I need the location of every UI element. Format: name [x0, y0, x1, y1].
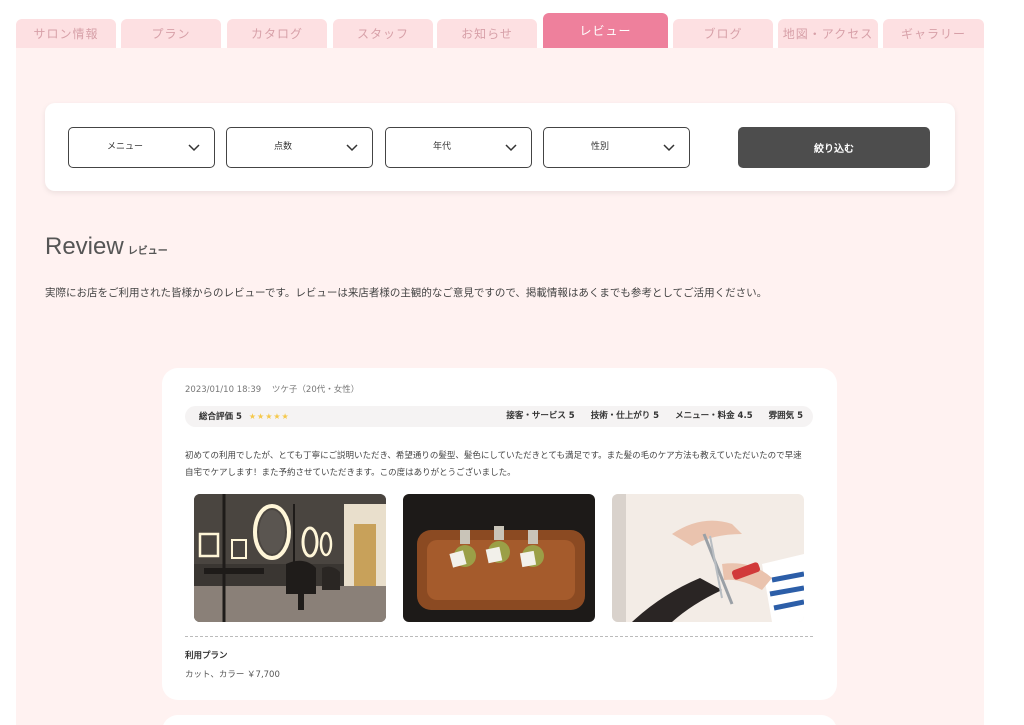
filter-submit-button[interactable]: 絞り込む	[738, 127, 930, 168]
gender-select[interactable]: 性別	[543, 127, 690, 168]
nav-tabs: サロン情報 プラン カタログ スタッフ お知らせ レビュー ブログ 地図・アクセ…	[16, 13, 984, 56]
star-rating-icon: ★★★★★	[248, 412, 290, 421]
tab-news[interactable]: お知らせ	[437, 19, 537, 48]
gender-select-label: 性別	[590, 142, 609, 152]
review-author: ツケ子（20代・女性）	[271, 385, 360, 395]
score-bar: 総合評価 5 ★★★★★ 接客・サービス 5 技術・仕上がり 5 メニュー・料金…	[185, 406, 813, 427]
score-select-label: 点数	[273, 142, 292, 152]
section-heading: Review レビュー	[45, 233, 168, 261]
plan-label: 利用プラン	[185, 651, 228, 661]
review-card: 2023/01/10 18:39 ツケ子（20代・女性） 総合評価 5 ★★★★…	[162, 368, 837, 700]
tab-map-access[interactable]: 地図・アクセス	[778, 19, 878, 48]
tab-salon-info[interactable]: サロン情報	[16, 19, 116, 48]
age-select-label: 年代	[432, 142, 451, 152]
next-review-card	[162, 715, 837, 725]
section-title-ja: レビュー	[127, 246, 168, 257]
review-datetime: 2023/01/10 18:39	[185, 385, 262, 395]
score-technique: 技術・仕上がり 5	[590, 411, 660, 421]
sub-scores: 接客・サービス 5 技術・仕上がり 5 メニュー・料金 4.5 雰囲気 5	[506, 406, 803, 427]
tab-review[interactable]: レビュー	[543, 13, 668, 56]
overall-rating-label: 総合評価 5	[199, 412, 242, 422]
section-title-en: Review	[45, 233, 124, 260]
hair-cutting-photo[interactable]	[612, 494, 804, 622]
review-divider	[185, 636, 813, 637]
score-service: 接客・サービス 5	[506, 411, 575, 421]
score-select[interactable]: 点数	[226, 127, 373, 168]
review-page: メニュー 点数 年代 性別 絞り込む Review レビュー 実際にお店をご利用…	[16, 48, 984, 725]
review-text: 初めての利用でしたが、とても丁寧にご説明いただき、希望通りの髪型、髪色にしていた…	[185, 451, 802, 478]
menu-select-label: メニュー	[106, 142, 143, 152]
filter-panel: メニュー 点数 年代 性別 絞り込む	[45, 103, 955, 191]
overall-rating: 総合評価 5 ★★★★★	[199, 406, 290, 428]
tab-gallery[interactable]: ギャラリー	[883, 19, 984, 48]
chevron-down-icon	[663, 144, 675, 152]
review-meta: 2023/01/10 18:39 ツケ子（20代・女性）	[185, 383, 359, 395]
chevron-down-icon	[505, 144, 517, 152]
age-select[interactable]: 年代	[385, 127, 532, 168]
salon-interior-photo[interactable]	[194, 494, 386, 622]
hair-oil-bottles-photo[interactable]	[403, 494, 595, 622]
plan-value: カット、カラー ￥7,700	[185, 670, 280, 680]
tab-plan[interactable]: プラン	[121, 19, 221, 48]
chevron-down-icon	[346, 144, 358, 152]
tab-catalog[interactable]: カタログ	[227, 19, 327, 48]
chevron-down-icon	[188, 144, 200, 152]
section-intro: 実際にお店をご利用された皆様からのレビューです。レビューは来店者様の主観的なご意…	[45, 287, 768, 299]
tab-staff[interactable]: スタッフ	[333, 19, 433, 48]
menu-select[interactable]: メニュー	[68, 127, 215, 168]
score-menu-price: メニュー・料金 4.5	[675, 411, 753, 421]
score-atmosphere: 雰囲気 5	[768, 411, 803, 421]
tab-blog[interactable]: ブログ	[673, 19, 773, 48]
